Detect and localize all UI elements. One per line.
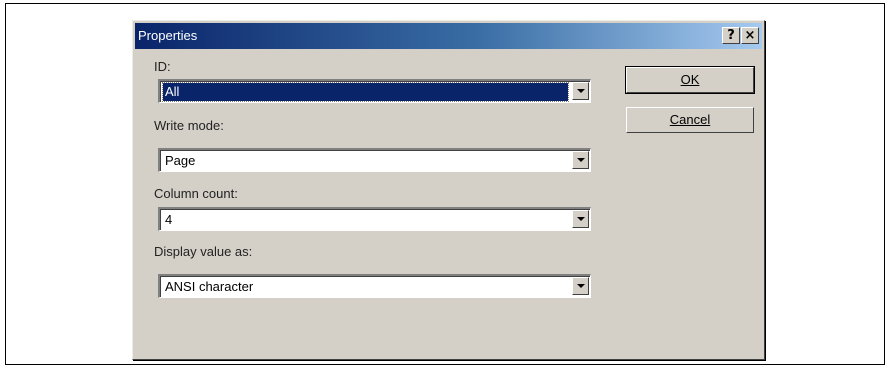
properties-dialog: Properties ? × ID: All Write mode: Page … <box>132 20 765 360</box>
display-value-dropdown-button[interactable] <box>572 277 589 295</box>
display-value-combo[interactable]: ANSI character <box>158 274 591 298</box>
write-mode-label: Write mode: <box>154 118 224 133</box>
ok-button-label: OK <box>680 72 700 87</box>
column-count-label: Column count: <box>154 186 238 201</box>
write-mode-combo-value[interactable]: Page <box>163 152 568 170</box>
id-label: ID: <box>154 59 171 74</box>
help-button[interactable]: ? <box>722 27 740 44</box>
title-bar[interactable]: Properties ? × <box>135 23 762 49</box>
ok-button[interactable]: OK <box>625 66 755 94</box>
display-value-combo-value[interactable]: ANSI character <box>163 278 568 296</box>
column-count-dropdown-button[interactable] <box>572 210 589 228</box>
id-dropdown-button[interactable] <box>572 82 589 100</box>
chevron-down-icon <box>576 89 585 93</box>
chevron-down-icon <box>576 217 585 221</box>
chevron-down-icon <box>576 158 585 162</box>
write-mode-combo[interactable]: Page <box>158 148 591 172</box>
dialog-title: Properties <box>138 28 198 43</box>
chevron-down-icon <box>576 284 585 288</box>
cancel-button[interactable]: Cancel <box>626 107 754 133</box>
close-icon: × <box>744 28 756 43</box>
column-count-combo-value[interactable]: 4 <box>163 211 568 229</box>
display-value-label: Display value as: <box>154 244 253 259</box>
cancel-button-label: Cancel <box>669 112 711 127</box>
column-count-combo[interactable]: 4 <box>158 207 591 231</box>
figure-frame: Properties ? × ID: All Write mode: Page … <box>5 3 885 365</box>
id-combo[interactable]: All <box>158 79 591 103</box>
help-icon: ? <box>727 28 735 43</box>
close-button[interactable]: × <box>741 27 759 44</box>
write-mode-dropdown-button[interactable] <box>572 151 589 169</box>
id-combo-value[interactable]: All <box>162 82 569 102</box>
